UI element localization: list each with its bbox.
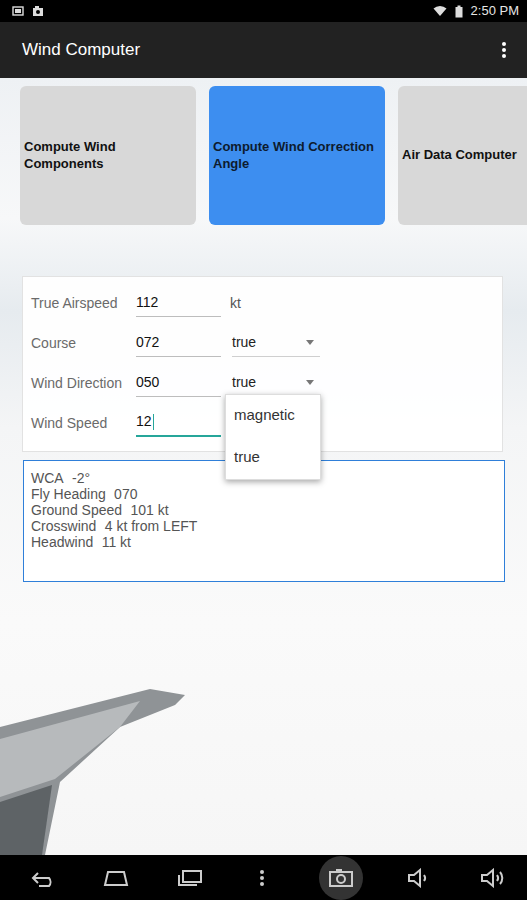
result-line: Fly Heading 070 xyxy=(31,486,497,502)
result-value: 11 kt xyxy=(102,534,131,550)
home-icon xyxy=(102,869,130,887)
tab-bar: Compute Wind Components Compute Wind Corr… xyxy=(0,78,527,225)
result-label: Fly Heading xyxy=(31,486,106,502)
reference-dropdown[interactable]: truemagnetictrue xyxy=(232,370,320,397)
volume-up-icon xyxy=(479,868,505,888)
volume-down-icon xyxy=(406,868,432,888)
overflow-menu-button[interactable] xyxy=(487,33,521,67)
app-title: Wind Computer xyxy=(22,37,140,63)
form-row: Wind Direction050 truemagnetictrue xyxy=(31,363,502,403)
volume-down-button[interactable] xyxy=(402,861,436,895)
notification-icon xyxy=(12,5,24,17)
mode-tab[interactable]: Air Data Computer xyxy=(398,86,527,225)
value-input[interactable]: 112 xyxy=(136,290,221,317)
screenshot-icon xyxy=(328,868,354,888)
form-row: Course072 true xyxy=(31,323,502,363)
status-bar: 2:50 PM xyxy=(0,0,527,22)
back-button[interactable] xyxy=(26,861,60,895)
dropdown-value: true xyxy=(232,332,256,353)
menu-icon xyxy=(259,869,265,887)
wing-photo xyxy=(0,687,200,855)
back-icon xyxy=(29,869,57,887)
text-cursor xyxy=(153,414,154,430)
tab-label: Compute Wind Correction Angle xyxy=(213,139,375,172)
status-icons-right: 2:50 PM xyxy=(433,1,519,21)
field-label: True Airspeed xyxy=(31,293,136,314)
menu-button[interactable] xyxy=(245,861,279,895)
result-value: 101 kt xyxy=(130,502,168,518)
input-value: 12 xyxy=(136,411,152,432)
dropdown-option[interactable]: magnetic xyxy=(226,395,320,437)
recents-icon xyxy=(175,869,203,887)
wifi-icon xyxy=(433,5,447,17)
navigation-bar xyxy=(0,855,527,900)
value-input[interactable]: 050 xyxy=(136,370,221,397)
mode-tab[interactable]: Compute Wind Components xyxy=(20,86,196,225)
status-icons-left xyxy=(12,5,44,17)
form-row: True Airspeed112 kt xyxy=(31,283,502,323)
overflow-icon xyxy=(501,41,507,59)
reference-dropdown[interactable]: true xyxy=(232,330,320,357)
screenshot-button[interactable] xyxy=(319,856,363,900)
dropdown-option[interactable]: true xyxy=(226,437,320,479)
camera-notification-icon xyxy=(32,5,44,17)
result-line: Crosswind 4 kt from LEFT xyxy=(31,518,497,534)
result-label: WCA xyxy=(31,470,64,486)
value-input[interactable]: 072 xyxy=(136,330,221,357)
home-button[interactable] xyxy=(99,861,133,895)
app-bar: Wind Computer xyxy=(0,22,527,78)
field-label: Course xyxy=(31,333,136,354)
tab-label: Compute Wind Components xyxy=(24,139,186,172)
input-value: 112 xyxy=(136,292,158,313)
dropdown-value: true xyxy=(232,372,256,393)
field-label: Wind Direction xyxy=(31,373,136,394)
input-form: True Airspeed112ktCourse072trueWind Dire… xyxy=(22,276,503,452)
recents-button[interactable] xyxy=(172,861,206,895)
mode-tab[interactable]: Compute Wind Correction Angle xyxy=(209,86,385,225)
tab-label: Air Data Computer xyxy=(402,147,517,163)
field-label: Wind Speed xyxy=(31,413,136,434)
dropdown-arrow-icon xyxy=(306,340,314,345)
result-value: 070 xyxy=(114,486,137,502)
result-label: Crosswind xyxy=(31,518,96,534)
result-value: 4 kt from LEFT xyxy=(105,518,198,534)
value-input[interactable]: 12 xyxy=(136,409,221,437)
input-value: 072 xyxy=(136,332,159,353)
volume-up-button[interactable] xyxy=(475,861,509,895)
battery-icon xyxy=(455,5,463,18)
dropdown-menu-popup: magnetictrue xyxy=(225,394,321,480)
dropdown-arrow-icon xyxy=(306,380,314,385)
result-value: -2° xyxy=(72,470,90,486)
result-label: Headwind xyxy=(31,534,93,550)
main-area: Compute Wind Components Compute Wind Corr… xyxy=(0,78,527,855)
input-value: 050 xyxy=(136,372,159,393)
clock: 2:50 PM xyxy=(471,1,519,21)
result-label: Ground Speed xyxy=(31,502,122,518)
result-line: Headwind 11 kt xyxy=(31,534,497,550)
result-line: Ground Speed 101 kt xyxy=(31,502,497,518)
unit-label: kt xyxy=(230,293,241,314)
